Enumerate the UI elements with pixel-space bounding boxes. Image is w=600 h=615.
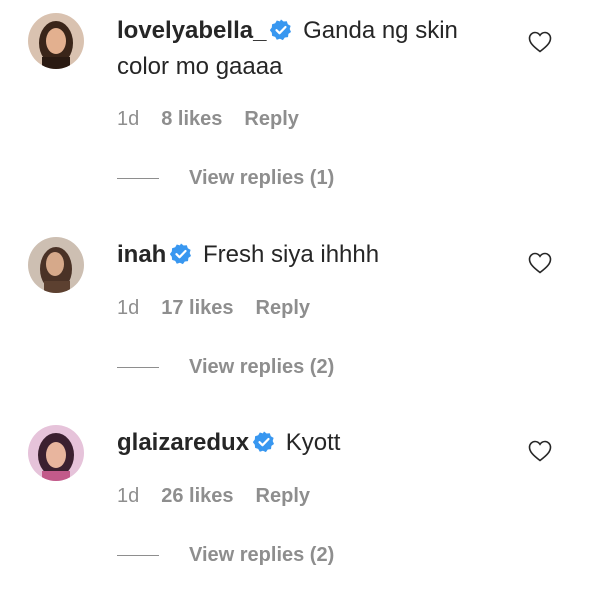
view-replies-button[interactable]: View replies (2) xyxy=(189,356,334,378)
reply-button[interactable]: Reply xyxy=(256,297,310,319)
comment-age: 1d xyxy=(117,485,140,507)
comment-body: lovelyabella_ Ganda ng skin color mo gaa… xyxy=(117,13,497,85)
reply-button[interactable]: Reply xyxy=(256,485,310,507)
reply-button[interactable]: Reply xyxy=(244,108,298,130)
comment-body: inah Fresh siya ihhhh xyxy=(117,237,497,273)
comment-meta: 1d 26 likes Reply xyxy=(117,484,332,508)
verified-badge-icon xyxy=(253,431,275,453)
comment-item: lovelyabella_ Ganda ng skin color mo gaa… xyxy=(0,13,600,203)
like-count[interactable]: 8 likes xyxy=(161,108,222,130)
username[interactable]: glaizaredux xyxy=(117,429,249,456)
heart-outline-icon[interactable] xyxy=(528,440,552,462)
heart-outline-icon[interactable] xyxy=(528,252,552,274)
comment-age: 1d xyxy=(117,108,140,130)
view-replies[interactable]: View replies (2) xyxy=(117,355,334,379)
verified-badge-icon xyxy=(270,19,292,41)
comment-item: inah Fresh siya ihhhh 1d 17 likes Reply Vi… xyxy=(0,237,600,427)
replies-divider xyxy=(117,178,159,180)
comment-item: glaizaredux Kyott 1d 26 likes Reply View r… xyxy=(0,425,600,615)
username[interactable]: inah xyxy=(117,241,166,268)
avatar[interactable] xyxy=(28,425,84,481)
heart-outline-icon[interactable] xyxy=(528,31,552,53)
verified-badge-icon xyxy=(170,243,192,265)
comment-text: Fresh siya ihhhh xyxy=(203,241,380,268)
replies-divider xyxy=(117,555,159,557)
comment-text: Kyott xyxy=(285,429,341,456)
like-count[interactable]: 26 likes xyxy=(161,485,233,507)
username[interactable]: lovelyabella_ xyxy=(117,17,266,44)
comment-age: 1d xyxy=(117,297,140,319)
avatar[interactable] xyxy=(28,237,84,293)
replies-divider xyxy=(117,367,159,369)
view-replies-button[interactable]: View replies (1) xyxy=(189,167,334,189)
view-replies[interactable]: View replies (2) xyxy=(117,543,334,567)
view-replies-button[interactable]: View replies (2) xyxy=(189,544,334,566)
like-count[interactable]: 17 likes xyxy=(161,297,233,319)
view-replies[interactable]: View replies (1) xyxy=(117,166,334,190)
comment-meta: 1d 8 likes Reply xyxy=(117,107,321,131)
avatar[interactable] xyxy=(28,13,84,69)
comment-meta: 1d 17 likes Reply xyxy=(117,296,332,320)
comment-body: glaizaredux Kyott xyxy=(117,425,497,461)
